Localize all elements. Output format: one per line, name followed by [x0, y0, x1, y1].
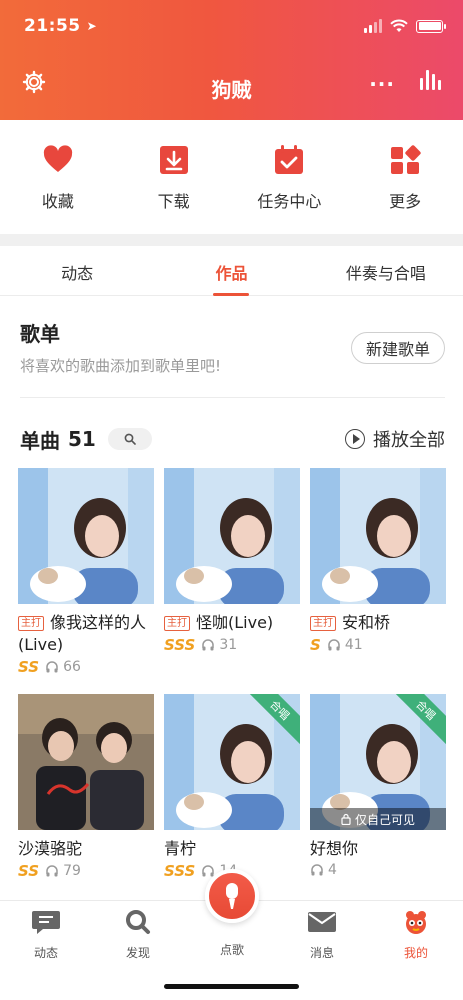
tab-works[interactable]: 作品 — [154, 246, 308, 295]
cellular-signal-icon — [364, 19, 382, 33]
message-icon — [32, 911, 60, 934]
song-card[interactable]: 主打 怪咖(Live) SSS 31 — [164, 468, 300, 654]
headphones-icon — [46, 865, 58, 877]
score-grade: SSS — [164, 862, 196, 880]
song-card[interactable]: 沙漠骆驼 SS 79 — [18, 694, 154, 880]
quick-action-task-center[interactable]: 任务中心 — [232, 120, 348, 234]
song-meta: S 41 — [310, 636, 446, 654]
profile-tabs: 动态 作品 伴奏与合唱 — [0, 246, 463, 296]
song-card[interactable]: 主打 像我这样的人(Live) SS 66 — [18, 468, 154, 676]
quick-action-download[interactable]: 下载 — [116, 120, 232, 234]
play-all-label: 播放全部 — [373, 430, 445, 451]
search-icon — [124, 433, 136, 445]
song-title: 好想你 — [310, 839, 359, 858]
home-indicator — [164, 984, 299, 989]
song-card[interactable]: 合唱 仅自己可见 好想你 4 — [310, 694, 446, 878]
tabbar-item-discover[interactable]: 发现 — [108, 909, 168, 961]
song-title: 主打 像我这样的人(Live) — [18, 613, 147, 654]
app-header: 21:55 ➤ 狗贼 ··· — [0, 0, 463, 120]
section-divider — [0, 234, 463, 246]
song-card[interactable]: 主打 安和桥 S 41 — [310, 468, 446, 654]
song-cover-image[interactable] — [164, 468, 300, 604]
tabbar-item-activity[interactable]: 动态 — [16, 909, 76, 961]
microphone-icon[interactable] — [205, 869, 259, 923]
tab-activity[interactable]: 动态 — [0, 246, 154, 295]
score-grade: SS — [18, 658, 40, 676]
featured-tag: 主打 — [18, 616, 44, 631]
wifi-icon — [390, 19, 408, 32]
headphones-icon — [328, 639, 340, 651]
play-count: 66 — [63, 659, 81, 675]
song-meta: 4 — [310, 862, 446, 878]
song-title: 主打 怪咖(Live) — [164, 612, 300, 634]
score-grade: SS — [18, 862, 40, 880]
tabbar-label: 消息 — [309, 946, 334, 960]
status-time: 21:55 — [24, 16, 81, 36]
tab-accompaniment-chorus[interactable]: 伴奏与合唱 — [309, 246, 463, 295]
quick-action-more[interactable]: 更多 — [347, 120, 463, 234]
song-cover-image[interactable] — [310, 468, 446, 604]
tabbar-label: 我的 — [403, 946, 428, 960]
download-icon — [159, 146, 188, 174]
play-count: 31 — [219, 637, 238, 653]
headphones-icon — [46, 661, 58, 673]
private-visibility-banner: 仅自己可见 — [310, 808, 446, 830]
song-title: 主打 安和桥 — [310, 612, 446, 634]
song-title: 沙漠骆驼 — [18, 839, 83, 858]
song-cover-image[interactable]: 合唱 — [164, 694, 300, 830]
location-arrow-icon: ➤ — [86, 19, 97, 33]
calendar-check-icon — [275, 145, 304, 174]
featured-tag: 主打 — [310, 616, 336, 631]
tabbar-item-messages[interactable]: 消息 — [292, 909, 352, 961]
headphones-icon — [311, 864, 323, 876]
quick-action-label: 任务中心 — [257, 192, 322, 211]
song-meta: SS 79 — [18, 862, 154, 880]
mail-icon — [308, 912, 336, 932]
profile-mascot-icon — [406, 911, 426, 934]
tabbar-label: 发现 — [125, 946, 150, 960]
play-circle-icon — [345, 429, 365, 449]
song-cover-image[interactable]: 合唱 仅自己可见 — [310, 694, 446, 830]
search-songs-button[interactable] — [107, 428, 152, 450]
equalizer-icon[interactable] — [420, 70, 441, 90]
tabbar-label-sing[interactable]: 点歌 — [202, 941, 262, 958]
quick-action-label: 下载 — [157, 192, 190, 211]
heart-icon — [43, 145, 73, 172]
playlist-section: 歌单 将喜欢的歌曲添加到歌单里吧! 新建歌单 — [20, 318, 445, 398]
play-count: 79 — [63, 863, 81, 879]
quick-action-label: 更多 — [389, 192, 422, 211]
private-label: 仅自己可见 — [354, 812, 415, 827]
apps-grid-icon — [391, 145, 421, 174]
song-meta: SS 66 — [18, 658, 154, 676]
quick-actions: 收藏 下载 任务中心 更多 — [0, 120, 463, 234]
song-card[interactable]: 合唱 青柠 SSS 14 — [164, 694, 300, 880]
tabbar-label: 动态 — [33, 946, 58, 960]
singles-title: 单曲 — [20, 428, 60, 453]
status-bar: 21:55 ➤ — [24, 14, 446, 38]
search-icon — [126, 910, 150, 934]
song-cover-image[interactable] — [18, 694, 154, 830]
tabbar-item-me[interactable]: 我的 — [386, 909, 446, 961]
quick-action-favorites[interactable]: 收藏 — [0, 120, 116, 234]
more-options-icon[interactable]: ··· — [369, 72, 395, 96]
singles-header: 单曲 51 播放全部 — [20, 424, 445, 454]
song-meta: SSS 31 — [164, 636, 300, 654]
featured-tag: 主打 — [164, 616, 190, 631]
song-cover-image[interactable] — [18, 468, 154, 604]
song-title: 青柠 — [164, 839, 197, 858]
battery-icon — [416, 19, 446, 33]
score-grade: S — [310, 636, 321, 654]
quick-action-label: 收藏 — [41, 192, 74, 211]
new-playlist-button[interactable]: 新建歌单 — [350, 332, 445, 364]
singles-count: 51 — [68, 427, 96, 451]
play-count: 41 — [344, 637, 363, 653]
headphones-icon — [202, 639, 215, 651]
score-grade: SSS — [164, 636, 196, 654]
play-all-button[interactable]: 播放全部 — [345, 426, 445, 452]
lock-icon — [341, 813, 351, 825]
play-count: 4 — [328, 862, 337, 878]
